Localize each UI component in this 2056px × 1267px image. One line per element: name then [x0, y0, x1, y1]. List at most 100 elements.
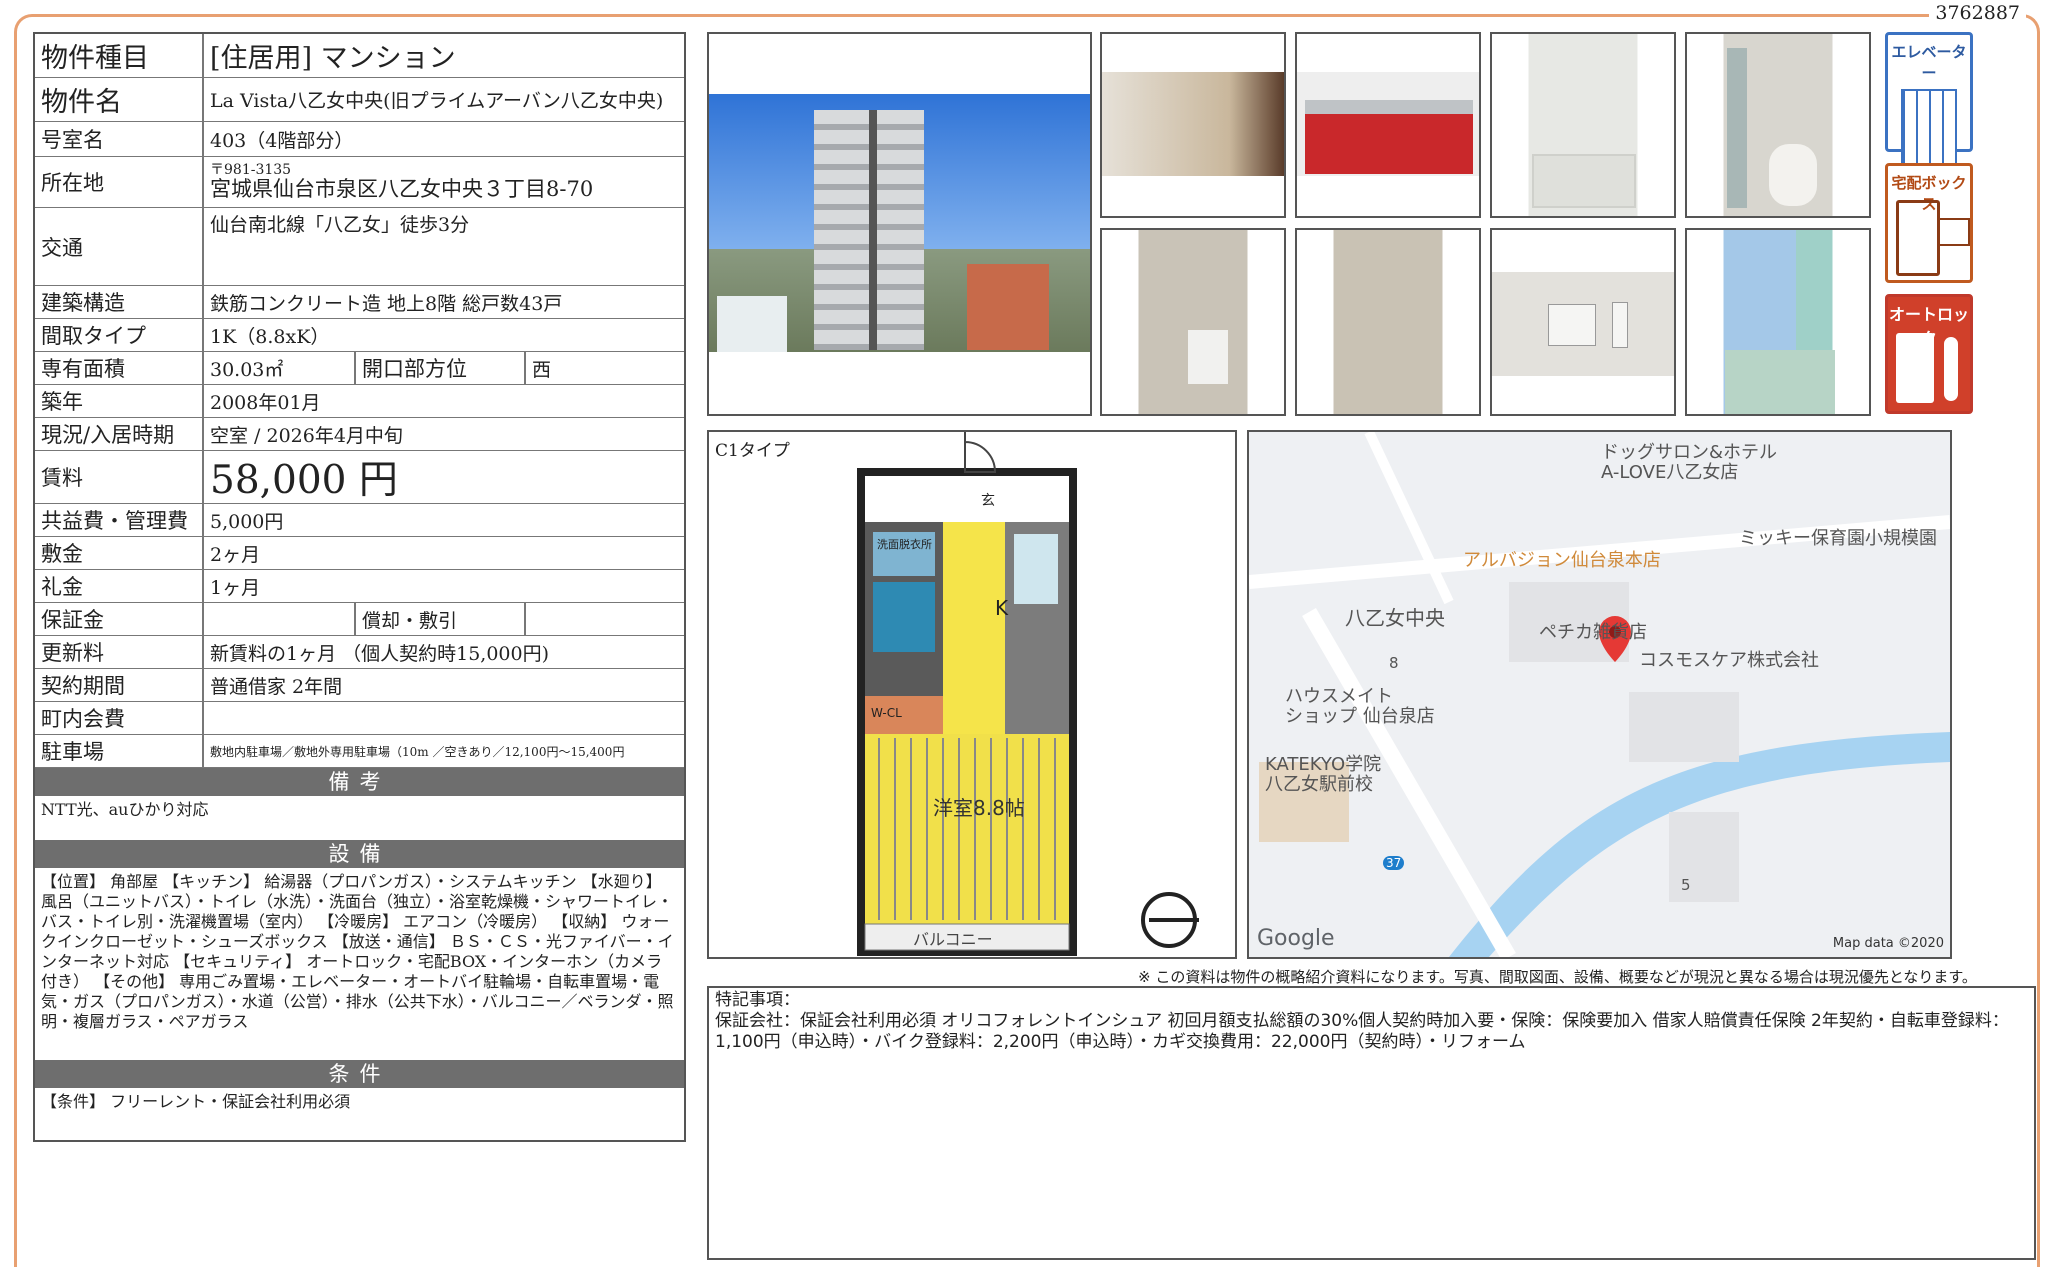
rent-value: 58,000 円: [210, 458, 398, 503]
contract-value: 普通借家 2年間: [210, 675, 343, 698]
locker-icon: [1896, 200, 1940, 276]
bathroom-photo: [1490, 32, 1676, 218]
notes-text: NTT光、auひかり対応: [41, 800, 209, 819]
name-value: La Vista八乙女中央(旧プライムアーバン八乙女中央): [210, 90, 664, 112]
map-label-station-school: 八乙女駅前校: [1265, 774, 1373, 795]
location-map: ドッグサロン&ホテル A-LOVE八乙女店 ミッキー保育園小規模園 アルバジョン…: [1247, 430, 1952, 959]
elevator-label: エレベーター: [1891, 43, 1967, 82]
row-guarantee: 保証金 償却・敷引: [35, 603, 684, 636]
map-label-albajon: アルバジョン仙台泉本店: [1463, 550, 1661, 571]
row-renewal: 更新料 新賃料の1ヶ月 （個人契約時15,000円): [35, 636, 684, 669]
wcl-label: W-CL: [871, 706, 902, 720]
assoc-label: 町内会費: [35, 702, 204, 734]
equipment-header: 設備: [35, 840, 684, 868]
room-label: 号室名: [35, 122, 204, 156]
built-value: 2008年01月: [210, 391, 321, 414]
parking-label: 駐車場: [35, 735, 204, 767]
assoc-value: [204, 702, 684, 734]
row-type: 物件種目 [住居用] マンション: [35, 34, 684, 78]
type-label: 物件種目: [35, 34, 204, 77]
property-table: 物件種目 [住居用] マンション 物件名 La Vista八乙女中央(旧プライム…: [33, 32, 686, 1142]
renewal-label: 更新料: [35, 636, 204, 668]
key-icon: [1944, 337, 1958, 401]
remarks-title: 特記事項：: [715, 990, 800, 1010]
row-assoc: 町内会費: [35, 702, 684, 735]
layout-value: 1K（8.8xK）: [210, 325, 330, 348]
rent-label: 賃料: [35, 451, 204, 503]
row-room: 号室名 403（4階部分）: [35, 122, 684, 157]
toilet-photo: [1685, 32, 1871, 218]
fee-value: 5,000円: [210, 510, 284, 533]
row-area: 専有面積 30.03㎡ 開口部方位 西: [35, 352, 684, 385]
structure-value: 鉄筋コンクリート造 地上8階 総戸数43戸: [210, 292, 563, 315]
amort-label: 償却・敷引: [356, 603, 526, 635]
elevator-badge: エレベーター: [1885, 32, 1973, 165]
map-label-shop: ショップ 仙台泉店: [1285, 706, 1435, 727]
built-label: 築年: [35, 385, 204, 417]
row-rent: 賃料 58,000 円: [35, 451, 684, 504]
delivery-badge: 宅配ボックス: [1885, 163, 1973, 283]
row-layout: 間取タイプ 1K（8.8xK）: [35, 319, 684, 352]
notes-header: 備考: [35, 768, 684, 796]
floorplan-drawing: [857, 432, 1199, 956]
map-label-district: 八乙女中央: [1345, 606, 1445, 630]
floor-plan: C1タイプ K W-CL 洋室8.8帖 バルコニー 洗面脱衣所 玄: [707, 430, 1237, 959]
equipment-text: 【位置】 角部屋 【キッチン】 給湯器（プロパンガス）・システムキッチン 【水廻…: [41, 872, 674, 1031]
amort-value: [526, 603, 684, 635]
keypad-icon: [1896, 333, 1934, 403]
map-label-nursery: ミッキー保育園小規模園: [1739, 528, 1937, 549]
map-credit: Map data ©2020: [1832, 936, 1944, 951]
row-name: 物件名 La Vista八乙女中央(旧プライムアーバン八乙女中央): [35, 78, 684, 122]
renewal-value: 新賃料の1ヶ月 （個人契約時15,000円): [210, 642, 550, 665]
balcony-label: バルコニー: [913, 930, 993, 949]
balcony-photo: [1685, 228, 1871, 416]
row-parking: 駐車場 敷地内駐車場／敷地外専用駐車場（10m ／空きあり／12,100円～15…: [35, 735, 684, 768]
address-label: 所在地: [35, 157, 204, 207]
zip-code: 〒981-3135: [210, 162, 292, 178]
document-id: 3762887: [1929, 2, 2026, 24]
direction-value: 西: [532, 358, 552, 381]
structure-label: 建築構造: [35, 286, 204, 318]
room-value: 403（4階部分）: [210, 129, 354, 152]
google-logo: Google: [1257, 926, 1335, 951]
deposit-value: 2ヶ月: [210, 543, 261, 566]
area-value: 30.03㎡: [204, 352, 356, 384]
room-label: 洋室8.8帖: [933, 796, 1025, 820]
remarks-box: 特記事項： 保証会社：保証会社利用必須 オリコフォレントインシュア 初回月額支払…: [707, 986, 2036, 1260]
access-value: 仙台南北線「八乙女」徒歩3分: [210, 214, 470, 236]
elevator-icon: [1901, 89, 1957, 165]
row-status: 現況/入居時期 空室 / 2026年4月中旬: [35, 418, 684, 451]
conditions-header: 条件: [35, 1060, 684, 1088]
guarantee-value: [204, 603, 356, 635]
guarantee-label: 保証金: [35, 603, 204, 635]
conditions-text: 【条件】 フリーレント・保証会社利用必須: [41, 1092, 351, 1111]
kitchen-photo: [1295, 32, 1481, 218]
map-label-pechika: ペチカ雑貨店: [1539, 622, 1647, 643]
washroom-photo: [1100, 228, 1286, 416]
address-value: 〒981-3135 宮城県仙台市泉区八乙女中央３丁目8-70: [204, 157, 684, 207]
row-fee: 共益費・管理費 5,000円: [35, 504, 684, 537]
package-icon: [1938, 218, 1970, 246]
map-label-route-37: 37: [1383, 856, 1405, 870]
row-structure: 建築構造 鉄筋コンクリート造 地上8階 総戸数43戸: [35, 286, 684, 319]
kitchen-label: K: [995, 596, 1009, 620]
key-money-label: 礼金: [35, 570, 204, 602]
area-label: 専有面積: [35, 352, 204, 384]
row-address: 所在地 〒981-3135 宮城県仙台市泉区八乙女中央３丁目8-70: [35, 157, 684, 208]
entrance-label: 玄: [981, 493, 995, 509]
map-label-alove: A-LOVE八乙女店: [1601, 462, 1739, 483]
type-value: [住居用] マンション: [210, 43, 456, 74]
autolock-badge: オートロック: [1885, 294, 1973, 414]
disclaimer: ※ この資料は物件の概略紹介資料になります。写真、間取図面、設備、概要などが現況…: [1138, 968, 1977, 986]
address-text: 宮城県仙台市泉区八乙女中央３丁目8-70: [210, 177, 594, 201]
exterior-photo: [707, 32, 1092, 416]
map-label-cosmos: コスモスケア株式会社: [1639, 650, 1819, 671]
layout-label: 間取タイプ: [35, 319, 204, 351]
room-photo-1: [1100, 32, 1286, 218]
direction-label: 開口部方位: [356, 352, 526, 384]
name-label: 物件名: [35, 78, 204, 121]
row-deposit: 敷金 2ヶ月: [35, 537, 684, 570]
wash-label: 洗面脱衣所: [877, 538, 932, 551]
status-value: 空室 / 2026年4月中旬: [210, 424, 403, 447]
row-access: 交通 仙台南北線「八乙女」徒歩3分: [35, 208, 684, 286]
